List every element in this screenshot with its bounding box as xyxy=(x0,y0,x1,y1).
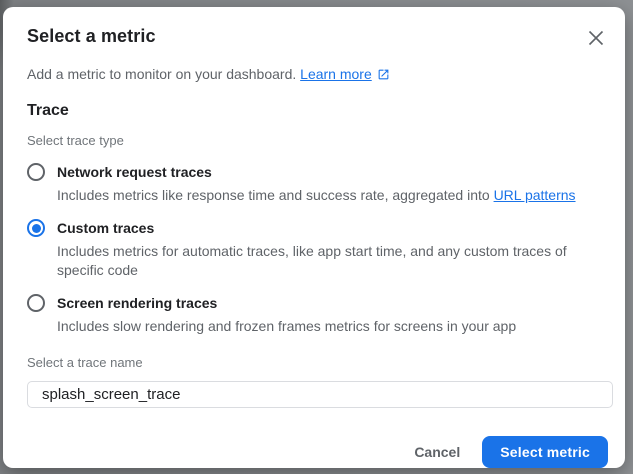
close-button[interactable] xyxy=(584,26,608,50)
url-patterns-link[interactable]: URL patterns xyxy=(494,187,576,203)
dialog-header: Select a metric xyxy=(27,24,608,50)
radio-icon[interactable] xyxy=(27,163,45,181)
radio-row-network-request-traces[interactable]: Network request traces xyxy=(27,162,608,182)
select-metric-dialog: Select a metric Add a metric to monitor … xyxy=(3,7,625,468)
trace-name-label: Select a trace name xyxy=(27,355,608,371)
section-title-trace: Trace xyxy=(27,101,608,121)
external-link-icon xyxy=(377,68,390,81)
option-description: Includes metrics for automatic traces, l… xyxy=(57,242,608,280)
trace-name-input[interactable] xyxy=(27,381,613,408)
option-network-request-traces: Network request traces Includes metrics … xyxy=(27,162,608,205)
option-description-text: Includes metrics for automatic traces, l… xyxy=(57,243,567,278)
backdrop: { "dialog": { "title": "Select a metric"… xyxy=(0,0,633,474)
option-label: Screen rendering traces xyxy=(57,293,217,313)
option-label: Network request traces xyxy=(57,162,212,182)
option-screen-rendering-traces: Screen rendering traces Includes slow re… xyxy=(27,293,608,336)
dialog-footer: Cancel Select metric xyxy=(27,436,608,468)
option-description-text: Includes slow rendering and frozen frame… xyxy=(57,318,516,334)
radio-row-screen-rendering-traces[interactable]: Screen rendering traces xyxy=(27,293,608,313)
radio-icon[interactable] xyxy=(27,219,45,237)
trace-type-label: Select trace type xyxy=(27,133,608,149)
select-metric-button[interactable]: Select metric xyxy=(482,436,608,468)
option-description: Includes metrics like response time and … xyxy=(57,186,608,205)
option-description: Includes slow rendering and frozen frame… xyxy=(57,317,608,336)
dialog-title: Select a metric xyxy=(27,24,156,49)
dialog-description: Add a metric to monitor on your dashboar… xyxy=(27,65,608,84)
learn-more-link[interactable]: Learn more xyxy=(300,65,390,84)
radio-row-custom-traces[interactable]: Custom traces xyxy=(27,218,608,238)
radio-icon[interactable] xyxy=(27,294,45,312)
close-icon xyxy=(588,30,604,46)
option-description-text: Includes metrics like response time and … xyxy=(57,187,494,203)
learn-more-label: Learn more xyxy=(300,65,372,84)
option-custom-traces: Custom traces Includes metrics for autom… xyxy=(27,218,608,280)
option-label: Custom traces xyxy=(57,218,154,238)
cancel-button[interactable]: Cancel xyxy=(398,436,476,468)
dialog-description-text: Add a metric to monitor on your dashboar… xyxy=(27,66,296,82)
